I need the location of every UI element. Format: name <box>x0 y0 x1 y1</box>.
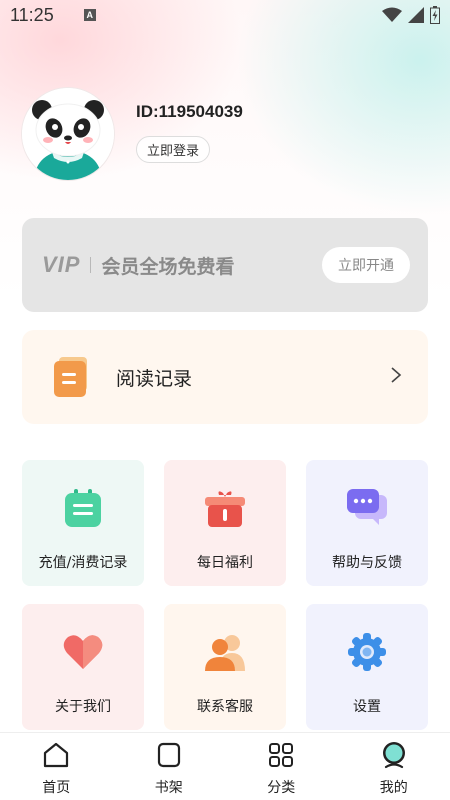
tile-label: 设置 <box>353 699 381 715</box>
status-time: 11:25 <box>10 4 54 25</box>
tile-label: 帮助与反馈 <box>332 555 402 571</box>
reading-history-icon <box>54 357 90 397</box>
status-icons <box>382 6 440 24</box>
heart-icon <box>63 632 103 672</box>
vip-banner[interactable]: VIP 会员全场免费看 立即开通 <box>22 218 428 312</box>
reading-history-label: 阅读记录 <box>116 367 193 390</box>
tab-label: 我的 <box>379 780 408 796</box>
recharge-record-icon <box>63 488 103 528</box>
tile-daily-welfare[interactable]: 每日福利 <box>164 460 286 586</box>
tile-label: 每日福利 <box>197 555 253 571</box>
tab-bookshelf[interactable]: 书架 <box>113 733 226 800</box>
tab-home[interactable]: 首页 <box>0 733 113 800</box>
tab-label: 首页 <box>42 780 71 796</box>
bookshelf-icon <box>155 741 183 769</box>
tile-label: 联系客服 <box>197 699 253 715</box>
category-grid-icon <box>267 741 295 769</box>
tile-customer-service[interactable]: 联系客服 <box>164 604 286 730</box>
signal-icon <box>408 7 424 23</box>
profile-icon <box>380 741 408 769</box>
vip-logo: VIP <box>42 252 81 277</box>
tile-recharge-record[interactable]: 充值/消费记录 <box>22 460 144 586</box>
bottom-tab-bar: 首页 书架 分类 我的 <box>0 732 450 800</box>
gear-icon <box>347 632 387 672</box>
tab-mine[interactable]: 我的 <box>338 733 450 800</box>
login-button[interactable]: 立即登录 <box>136 136 211 163</box>
tab-category[interactable]: 分类 <box>225 733 338 800</box>
user-id: ID:119504039 <box>136 102 243 121</box>
gift-icon <box>205 488 245 528</box>
panda-avatar-icon <box>22 88 114 180</box>
vip-activate-button[interactable]: 立即开通 <box>322 247 410 283</box>
vip-tagline: 会员全场免费看 <box>101 255 235 278</box>
tile-about-us[interactable]: 关于我们 <box>22 604 144 730</box>
home-icon <box>42 741 70 769</box>
status-bar: 11:25 A <box>0 0 450 30</box>
wifi-icon <box>382 7 402 22</box>
feature-grid: 充值/消费记录 每日福利 帮助与反馈 关于我们 联系客服 设置 <box>22 460 428 730</box>
notification-badge: A <box>83 9 96 21</box>
profile-header: ID:119504039 立即登录 <box>22 88 243 180</box>
vip-divider <box>90 257 92 273</box>
chevron-right-icon <box>390 366 402 388</box>
profile-info: ID:119504039 立即登录 <box>136 102 243 180</box>
tile-label: 充值/消费记录 <box>38 555 128 571</box>
tile-help-feedback[interactable]: 帮助与反馈 <box>306 460 428 586</box>
chat-bubble-icon <box>347 488 387 528</box>
tile-label: 关于我们 <box>55 699 111 715</box>
tile-settings[interactable]: 设置 <box>306 604 428 730</box>
reading-history-row[interactable]: 阅读记录 <box>22 330 428 424</box>
tab-label: 书架 <box>154 780 183 796</box>
tab-label: 分类 <box>267 780 296 796</box>
customer-service-icon <box>205 632 245 672</box>
avatar[interactable] <box>22 88 114 180</box>
battery-icon <box>430 6 440 24</box>
